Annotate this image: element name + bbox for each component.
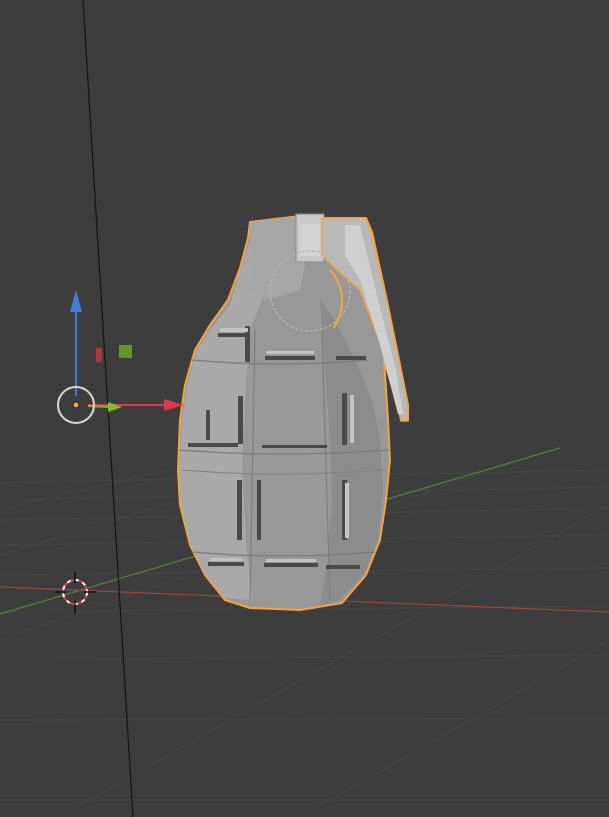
z-arrow-head[interactable] [70,290,82,312]
3d-viewport[interactable] [0,0,609,817]
transform-gizmo[interactable] [57,290,184,424]
object-origin [72,401,80,409]
y-arrow-head[interactable] [108,402,122,412]
grenade-object[interactable] [177,213,409,611]
plane-handle-yz[interactable] [119,345,132,358]
3d-cursor-icon[interactable] [55,572,96,614]
viewport-canvas[interactable] [0,0,609,817]
plane-handle-xz[interactable] [96,348,102,362]
